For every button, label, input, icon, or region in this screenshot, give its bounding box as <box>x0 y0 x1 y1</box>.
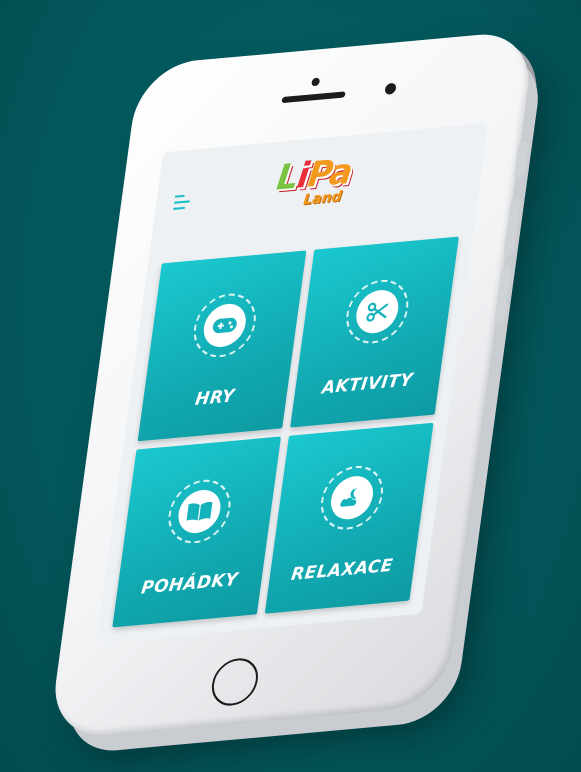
tile-icon-ring <box>189 290 260 360</box>
app-screen: LiPa Land HRY AKTIVITY POHÁDKY RELAXACE <box>96 122 489 644</box>
tile-label: AKTIVITY <box>320 369 415 399</box>
tile-icon-ring <box>316 463 387 533</box>
speaker-grille <box>281 91 346 104</box>
app-header: LiPa Land <box>150 123 488 248</box>
volume-up-button <box>503 197 521 256</box>
gamepad-icon <box>201 302 249 349</box>
tile-pohadky[interactable]: POHÁDKY <box>112 436 282 628</box>
hamburger-menu-icon[interactable] <box>173 194 193 210</box>
tile-icon-ring <box>164 477 235 546</box>
moon-cloud-icon <box>328 474 376 522</box>
book-icon <box>175 488 224 535</box>
stage: LiPa Land HRY AKTIVITY POHÁDKY RELAXACE <box>0 0 581 772</box>
tile-relaxace[interactable]: RELAXACE <box>264 422 434 614</box>
home-button[interactable] <box>208 656 261 708</box>
front-camera <box>384 82 397 95</box>
tile-hry[interactable]: HRY <box>137 250 307 442</box>
proximity-sensor <box>311 77 321 87</box>
scissors-icon <box>353 288 402 336</box>
tile-icon-ring <box>342 277 413 347</box>
tile-aktivity[interactable]: AKTIVITY <box>290 236 459 428</box>
tile-label: POHÁDKY <box>139 569 240 599</box>
category-grid: HRY AKTIVITY POHÁDKY RELAXACE <box>112 236 459 628</box>
tile-label: HRY <box>193 386 236 411</box>
logo-subtitle: Land <box>302 188 343 209</box>
volume-down-button <box>493 266 512 325</box>
tile-label: RELAXACE <box>289 555 395 586</box>
phone: LiPa Land HRY AKTIVITY POHÁDKY RELAXACE <box>48 29 536 741</box>
lipa-land-logo: LiPa Land <box>266 147 373 217</box>
